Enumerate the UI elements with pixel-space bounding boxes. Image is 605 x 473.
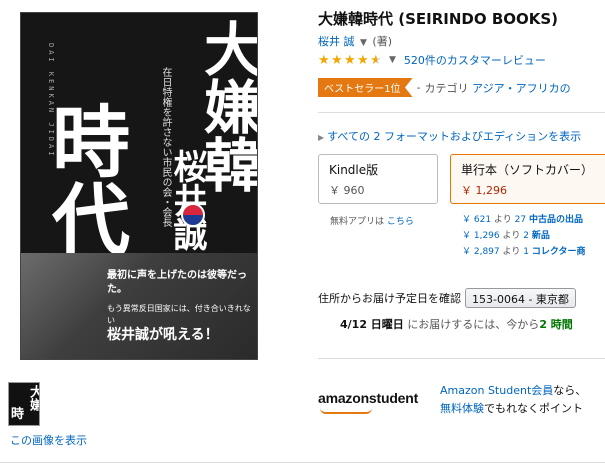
free-app-text: 無料アプリは こちら (330, 214, 414, 227)
offer-price: ￥ 1,296 (462, 231, 500, 241)
product-title: 大嫌韓時代 (SEIRINDO BOOKS) (318, 10, 559, 28)
student-line1-rest: なら、 (553, 384, 587, 397)
byline: 桜井 誠 ▼ (著) (318, 33, 392, 49)
delivery-date: 4/12 日曜日 (340, 318, 404, 331)
student-promo: Amazon Student会員なら、 無料体験でもれなくポイント (440, 382, 586, 418)
offer-count: 2 (523, 231, 529, 241)
offer-condition: 中古品の出品 (528, 215, 583, 225)
amazon-student-logo-text: amazonstudent (318, 390, 419, 406)
offers-list: ￥ 621 より 27 中古品の出品 ￥ 1,296 より 2 新品 ￥ 2,8… (462, 212, 585, 260)
delivery-estimate: 4/12 日曜日 にお届けするには、今から2 時間 (340, 316, 573, 332)
free-trial-link[interactable]: 無料体験 (440, 402, 484, 415)
cover-band-line2: もう異常反日国家には、付き合いきれない (107, 304, 251, 325)
shipping-label: 住所からお届け予定日を確認 (318, 292, 461, 305)
star-icon: ★ (331, 52, 343, 68)
divider (0, 462, 605, 463)
format-paperback-button[interactable]: 単行本（ソフトカバー） ￥ 1,296 (450, 154, 605, 204)
format-paperback-name: 単行本（ソフトカバー） (461, 163, 594, 177)
korea-flag-icon (181, 203, 205, 227)
format-paperback-price: ￥ 1,296 (461, 184, 507, 197)
amazon-smile-icon (320, 408, 372, 414)
format-kindle-name: Kindle版 (329, 163, 379, 177)
bestseller-row: ベストセラー1位 - カテゴリ アジア・アフリカの (318, 78, 571, 97)
thumbnail-text-2: 時 (11, 407, 25, 422)
delivery-text: にお届けするには、今から (407, 318, 540, 331)
offer-yori: より (502, 247, 521, 257)
bestseller-category-label: カテゴリ (424, 81, 469, 95)
all-formats-link[interactable]: ▶ すべての 2 フォーマットおよびエディションを表示 (318, 128, 581, 144)
zip-code-select[interactable]: 153-0064 - 東京都 (465, 288, 576, 308)
offer-row[interactable]: ￥ 2,897 より 1 コレクター商 (462, 244, 585, 260)
thumbnail-image[interactable]: 大嫌 時 (8, 382, 40, 426)
format-kindle-button[interactable]: Kindle版 ￥ 960 (318, 154, 438, 204)
star-icon: ★ (344, 52, 356, 68)
reviews-link[interactable]: 520件のカスタマーレビュー (404, 52, 546, 68)
shipping-row: 住所からお届け予定日を確認 153-0064 - 東京都 (318, 288, 576, 308)
book-cover-image[interactable]: DAI KENKAN JIDAI 大嫌韓 時代 在日特権を許さない市民の会・会長… (20, 12, 258, 360)
rating-dropdown-icon[interactable]: ▼ (389, 55, 396, 65)
format-kindle-price: ￥ 960 (329, 184, 365, 197)
thumbnail-text-1: 大嫌 (27, 385, 40, 411)
offer-count: 27 (514, 215, 527, 225)
offer-price: ￥ 2,897 (462, 247, 500, 257)
author-link[interactable]: 桜井 誠 (318, 35, 355, 48)
student-line2-rest: でもれなくポイント (484, 402, 583, 415)
star-rating[interactable]: ★ ★ ★ ★ ★ (318, 54, 383, 67)
author-role: (著) (372, 35, 393, 48)
bestseller-separator: - (416, 81, 421, 94)
view-image-link[interactable]: この画像を表示 (10, 432, 87, 448)
offer-row[interactable]: ￥ 621 より 27 中古品の出品 (462, 212, 585, 228)
star-icon: ★ (318, 52, 330, 68)
cover-band-line3: 桜井誠が吼える！ (107, 327, 219, 343)
author-dropdown-icon[interactable]: ▼ (360, 38, 367, 48)
offer-row[interactable]: ￥ 1,296 より 2 新品 (462, 228, 585, 244)
half-star-icon: ★ (370, 52, 382, 68)
offer-count: 1 (523, 247, 529, 257)
offer-condition: 新品 (531, 231, 550, 241)
cover-band-line1: 最初に声を上げたのは彼等だった。 (107, 270, 247, 295)
triangle-right-icon: ▶ (318, 133, 325, 142)
free-app-link[interactable]: こちら (387, 217, 414, 227)
free-app-label: 無料アプリは (330, 217, 385, 227)
amazon-student-logo[interactable]: amazonstudent (318, 390, 419, 414)
bestseller-badge[interactable]: ベストセラー1位 (318, 78, 413, 97)
divider (318, 358, 605, 359)
all-formats-label: すべての 2 フォーマットおよびエディションを表示 (327, 130, 582, 143)
offer-yori: より (502, 231, 521, 241)
cover-title-left: 時代 (39, 101, 130, 257)
offer-condition: コレクター商 (531, 247, 586, 257)
divider (318, 112, 605, 113)
bestseller-category-link[interactable]: アジア・アフリカの (472, 80, 571, 96)
rating-row: ★ ★ ★ ★ ★ ▼ 520件のカスタマーレビュー (318, 52, 546, 68)
delivery-countdown: 2 時間 (539, 318, 573, 331)
offer-yori: より (493, 215, 512, 225)
cover-author: 桜井誠 (167, 149, 207, 251)
offer-price: ￥ 621 (462, 215, 492, 225)
student-member-link[interactable]: Amazon Student会員 (440, 384, 553, 397)
star-icon: ★ (357, 52, 369, 68)
